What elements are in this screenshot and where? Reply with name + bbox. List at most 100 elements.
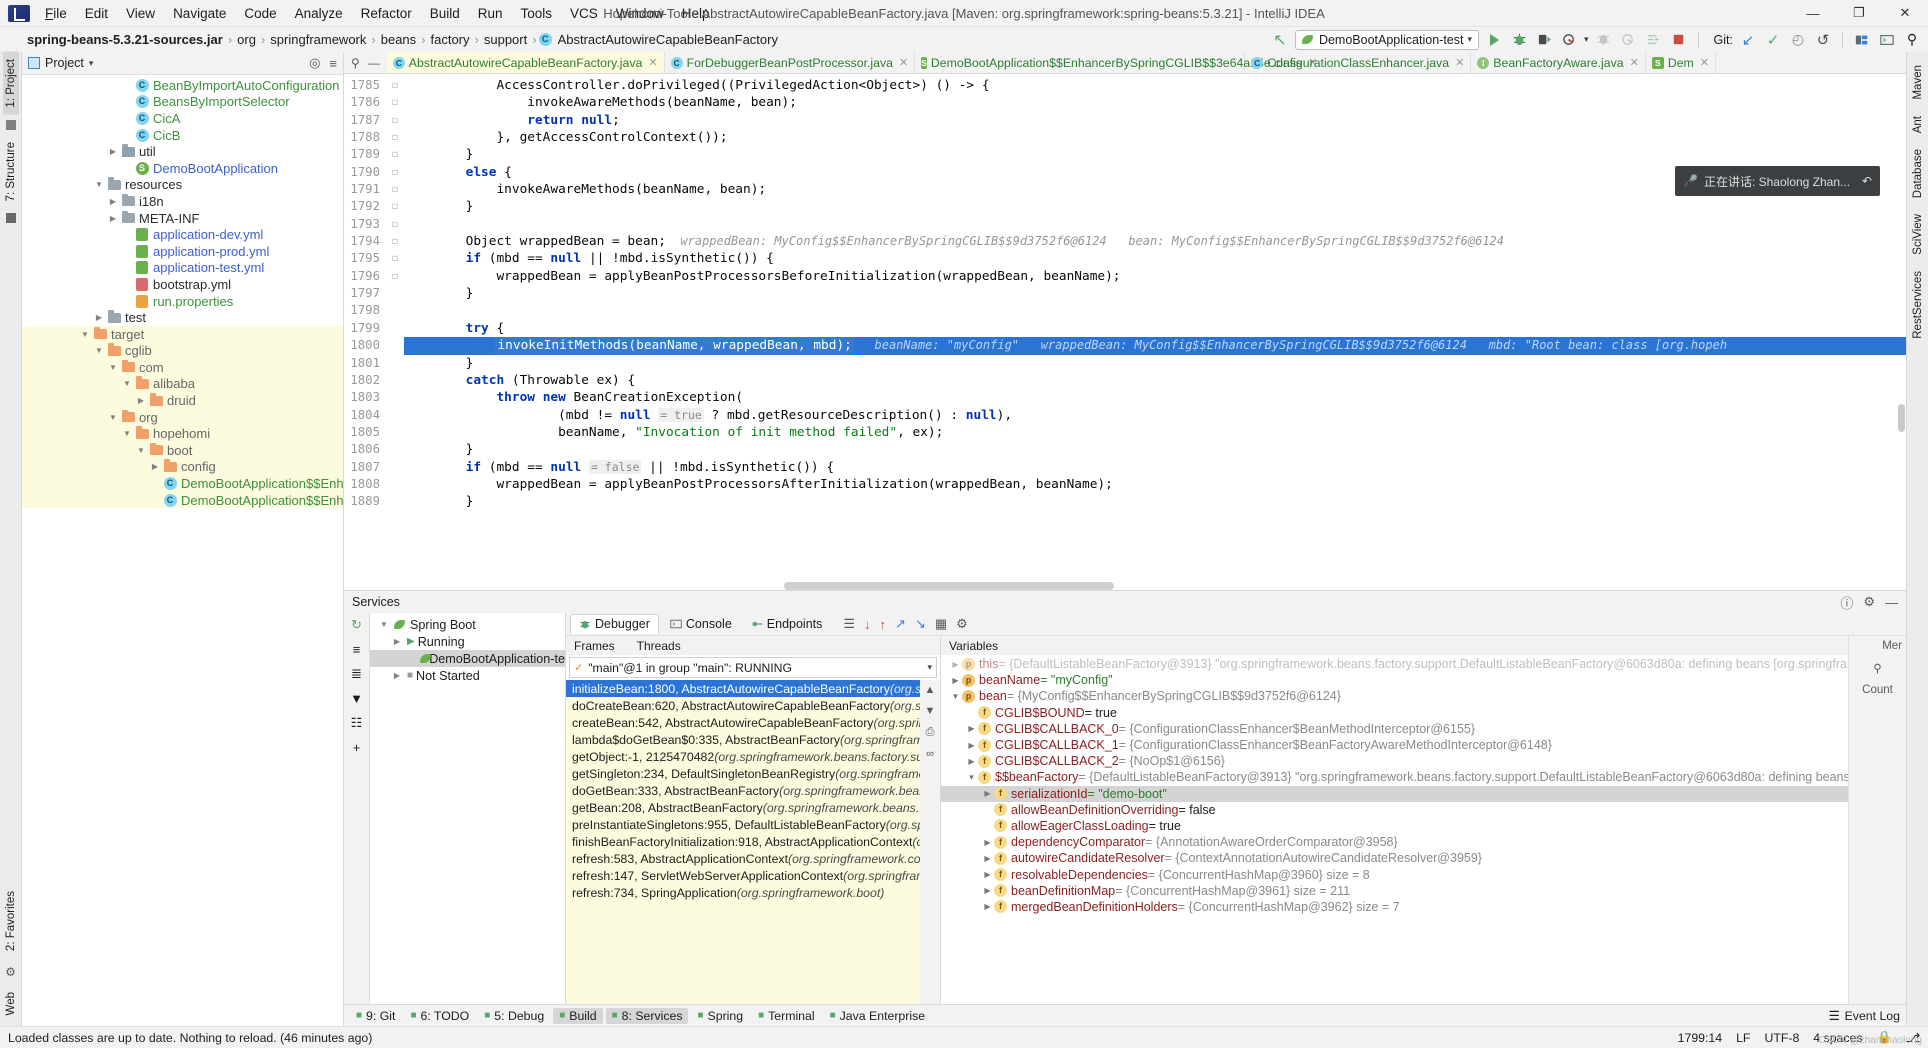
fold-marker[interactable]: ◻ (386, 129, 404, 146)
tree-twisty-icon[interactable]: ▶ (148, 462, 162, 471)
variable-row[interactable]: ▶ f serializationId = "demo-boot" (941, 785, 1848, 802)
variable-expand-icon[interactable]: ▶ (981, 789, 994, 798)
code-line[interactable]: invokeAwareMethods(beanName, bean); (404, 94, 1906, 111)
line-separator[interactable]: LF (1736, 1031, 1750, 1045)
maximize-button[interactable]: ❐ (1836, 0, 1882, 26)
tree-twisty-icon[interactable]: ▼ (92, 180, 106, 189)
step-out-icon[interactable]: ↗ (895, 616, 906, 632)
stack-frame-row[interactable]: createBean:542, AbstractAutowireCapableB… (566, 714, 920, 731)
variable-row[interactable]: ▼ p bean = {MyConfig$$EnhancerBySpringCGLI… (941, 688, 1848, 704)
code-line[interactable]: try { (404, 320, 1906, 337)
threads-title[interactable]: Threads (637, 639, 681, 653)
variable-row[interactable]: ▶ f CGLIB$CALLBACK_2 = {NoOp$1@6156} (941, 753, 1848, 769)
tree-twisty-icon[interactable]: ▶ (106, 214, 120, 223)
breadcrumb-item-support[interactable]: support (481, 32, 530, 47)
menu-navigate[interactable]: Navigate (164, 3, 235, 24)
project-tree-node[interactable]: C DemoBootApplication$$EnhancerBy (22, 491, 343, 509)
stack-frame-row[interactable]: lambda$doGetBean$0:335, AbstractBeanFact… (566, 731, 920, 748)
help-icon[interactable]: ⓘ (1840, 593, 1853, 612)
code-line[interactable]: return null; (404, 112, 1906, 129)
stack-frame-row[interactable]: initializeBean:1800, AbstractAutowireCap… (566, 680, 920, 697)
scroll-up-icon[interactable]: ▲ (925, 684, 936, 696)
stack-frame-row[interactable]: getSingleton:234, DefaultSingletonBeanRe… (566, 765, 920, 782)
variable-expand-icon[interactable]: ▶ (981, 902, 994, 911)
code-line[interactable]: (mbd != null = true ? mbd.getResourceDes… (404, 407, 1906, 424)
variable-expand-icon[interactable]: ▼ (949, 692, 962, 701)
project-structure-icon[interactable] (1852, 30, 1872, 50)
variable-row[interactable]: ▶ f beanDefinitionMap = {ConcurrentHashMap… (941, 883, 1848, 899)
code-line[interactable]: } (404, 146, 1906, 163)
project-tree-node[interactable]: ▶ META-INF (22, 210, 343, 227)
fold-marker[interactable]: ◻ (386, 146, 404, 163)
close-icon[interactable]: ✕ (1630, 56, 1639, 69)
rerun-icon[interactable]: ↻ (351, 617, 362, 633)
pin-icon[interactable]: ⚲ (351, 56, 360, 70)
scroll-down-icon[interactable]: ▼ (925, 705, 936, 717)
variable-row[interactable]: f CGLIB$BOUND = true (941, 705, 1848, 721)
git-rollback-icon[interactable]: ↺ (1813, 30, 1833, 50)
stop-button[interactable] (1669, 30, 1689, 50)
variable-row[interactable]: ▶ f autowireCandidateResolver = {ContextAn… (941, 850, 1848, 866)
menu-analyze[interactable]: Analyze (286, 3, 352, 24)
code-line[interactable] (404, 302, 1906, 319)
variable-expand-icon[interactable]: ▶ (981, 886, 994, 895)
editor-tab[interactable]: S Dem ✕ (1646, 52, 1717, 73)
project-tree-node[interactable]: ▶ util (22, 143, 343, 160)
close-button[interactable]: ✕ (1882, 0, 1928, 26)
tab-endpoints[interactable]: Endpoints (743, 615, 831, 633)
fold-marker[interactable]: ◻ (386, 164, 404, 181)
close-icon[interactable]: ✕ (1700, 56, 1709, 69)
close-icon[interactable]: ✕ (648, 56, 657, 69)
tab-console[interactable]: Console (662, 615, 740, 633)
menu-refactor[interactable]: Refactor (352, 3, 421, 24)
rail-tab-ant[interactable]: Ant (1910, 109, 1926, 140)
variable-expand-icon[interactable]: ▶ (949, 660, 962, 669)
tool-window-button[interactable]: ■ 5: Debug (478, 1008, 550, 1024)
variable-expand-icon[interactable]: ▶ (981, 854, 994, 863)
tab-debugger[interactable]: Debugger (570, 614, 659, 634)
collapse-all-icon[interactable]: ≡ (329, 56, 337, 71)
code-line[interactable]: Object wrappedBean = bean; wrappedBean: … (404, 233, 1906, 250)
variable-row[interactable]: f allowBeanDefinitionOverriding = false (941, 802, 1848, 818)
tree-twisty-icon[interactable]: ▼ (134, 446, 148, 455)
code-line[interactable]: AccessController.doPrivileged((Privilege… (404, 77, 1906, 94)
menu-help[interactable]: Help (673, 3, 719, 24)
project-tree-node[interactable]: application-test.yml (22, 260, 343, 277)
project-tree-node[interactable]: S DemoBootApplication (22, 160, 343, 177)
menu-view[interactable]: View (117, 3, 164, 24)
tree-twisty-icon[interactable]: ▼ (92, 346, 106, 355)
debug-button[interactable] (1509, 30, 1529, 50)
breadcrumb-item-jar[interactable]: spring-beans-5.3.21-sources.jar (24, 32, 226, 47)
search-icon[interactable]: ⚲ (1873, 661, 1881, 675)
services-tree[interactable]: ▼ Spring Boot ▶ ▶ Running DemoBootApplication… (370, 613, 566, 1004)
code-line[interactable]: wrappedBean = applyBeanPostProcessorsBef… (404, 268, 1906, 285)
tool-window-button[interactable]: ■ Java Enterprise (824, 1008, 931, 1024)
collapse-icon[interactable]: ≣ (351, 666, 362, 682)
rail-tab-structure[interactable]: 7: Structure (3, 135, 19, 208)
caret-position[interactable]: 1799:14 (1678, 1031, 1722, 1045)
editor-tab[interactable]: C AbstractAutowireCapableBeanFactory.java… (386, 52, 665, 73)
attach-process-icon[interactable] (1619, 30, 1639, 50)
breadcrumb-item-beans[interactable]: beans (378, 32, 419, 47)
event-log-button[interactable]: ☰ Event Log (1829, 1009, 1900, 1023)
code-text[interactable]: AccessController.doPrivileged((Privilege… (404, 74, 1906, 590)
run-to-cursor-icon[interactable]: ↘ (915, 616, 926, 632)
variable-row[interactable]: ▶ p this = {DefaultListableBeanFactory@391… (941, 656, 1848, 672)
variable-expand-icon[interactable]: ▶ (965, 757, 978, 766)
editor-tab[interactable]: S DemoBootApplication$$EnhancerBySpringCG… (915, 52, 1317, 73)
gear-icon[interactable]: ⚙ (1863, 594, 1875, 610)
code-line[interactable]: }, getAccessControlContext()); (404, 129, 1906, 146)
git-update-icon[interactable]: ↙ (1738, 30, 1758, 50)
evaluate-expression-icon[interactable]: ▦ (935, 616, 947, 632)
scrollbar-thumb[interactable] (1898, 404, 1905, 432)
project-tree-node[interactable]: ▼ org (22, 408, 343, 426)
project-tree-node[interactable]: ▼ target (22, 325, 343, 343)
filter-icon[interactable]: ▼ (350, 691, 363, 706)
stack-frame-row[interactable]: doGetBean:333, AbstractBeanFactory (org.… (566, 782, 920, 799)
rail-tab-project[interactable]: 1: Project (2, 52, 19, 115)
variable-expand-icon[interactable]: ▶ (981, 870, 994, 879)
project-tree-node[interactable]: run.properties (22, 293, 343, 310)
stack-frame-row[interactable]: doCreateBean:620, AbstractAutowireCapabl… (566, 697, 920, 714)
chevron-down-icon[interactable]: ▾ (89, 58, 94, 69)
stack-frame-row[interactable]: preInstantiateSingletons:955, DefaultLis… (566, 816, 920, 833)
